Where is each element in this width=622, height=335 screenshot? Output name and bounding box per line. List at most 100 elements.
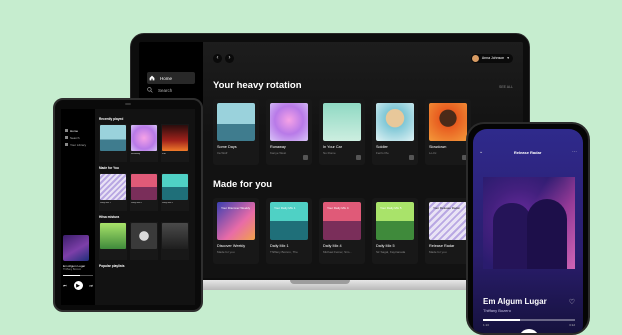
phone-device: ⌄ Release Radar ⋯ Em Algum Lugar ♡ Thiff…: [466, 122, 590, 335]
home-icon: [149, 75, 155, 81]
history-arrows: ‹ ›: [213, 53, 234, 63]
album-card[interactable]: Slowdown Lo-fic: [425, 99, 471, 165]
playlist-card[interactable]: Your Daily Mix 5 Daily Mix 5 Sir Sagal, …: [372, 198, 418, 264]
chevron-down-icon[interactable]: ⌄: [479, 149, 483, 155]
track-artist: Thiffany Bozero: [483, 308, 511, 313]
playlist-card[interactable]: Daily Mix 5: [161, 173, 189, 211]
forward-arrow-icon[interactable]: ›: [225, 53, 234, 63]
album-art: [100, 125, 126, 151]
play-button[interactable]: ▶: [519, 329, 539, 333]
progress-bar[interactable]: [63, 275, 93, 276]
card-title: Some Days: [217, 145, 237, 149]
sidebar-item-label: Search: [70, 135, 80, 140]
album-art: [162, 125, 188, 151]
time-row: 1:13 3:12: [483, 323, 575, 327]
card-subtitle: Thiffany Bozero, The: [270, 250, 298, 254]
art-label: Your Release Radar: [433, 206, 460, 210]
card-title: Daily Mix 4: [131, 202, 142, 204]
card-title: Daily Mix 1: [270, 244, 289, 248]
search-icon: [65, 136, 68, 139]
art-label: Your Daily Mix 4: [327, 206, 349, 210]
card-title: Release Radar: [429, 244, 455, 248]
playlist-art: [162, 174, 188, 200]
album-art: [323, 103, 361, 141]
sidebar-item-home[interactable]: Home: [65, 127, 92, 134]
playlist-art: Your Discover Weekly: [217, 202, 255, 240]
playlist-card[interactable]: Daily Mix 1: [99, 173, 127, 211]
card-title: Daily Mix 5: [162, 202, 173, 204]
download-badge-icon: [303, 155, 308, 160]
playback-controls: ⏮ ▶ ⏭: [63, 281, 93, 290]
card-title: Fire: [162, 153, 166, 155]
playlist-art: Your Daily Mix 5: [376, 202, 414, 240]
cover-art: [483, 177, 575, 269]
user-name: Anna Johnson: [481, 56, 505, 60]
album-card[interactable]: Runaway Kanye West: [266, 99, 312, 165]
card-title: In Your Car: [323, 145, 342, 149]
top-bar: ‹ › Anna Johnson ▾: [213, 50, 513, 66]
playlist-title: Release Radar: [513, 149, 542, 155]
time-elapsed: 1:13: [483, 323, 489, 327]
playlist-card[interactable]: Your Daily Mix 4 Daily Mix 4 Michael Fei…: [319, 198, 365, 264]
playlist-art: [100, 174, 126, 200]
album-card[interactable]: Some Days Ira Wolf: [213, 99, 259, 165]
playlist-card[interactable]: Your Daily Mix 1 Daily Mix 1 Thiffany Bo…: [266, 198, 312, 264]
card-subtitle: Michael Feiner, Sim...: [323, 250, 352, 254]
album-art: [131, 223, 157, 249]
see-all-link[interactable]: SEE ALL: [499, 85, 513, 89]
album-card[interactable]: Soldier Ferris Pie: [372, 99, 418, 165]
sidebar-item-search[interactable]: Search: [147, 84, 195, 96]
card-subtitle: Ira Wolf: [217, 151, 228, 155]
download-badge-icon: [409, 155, 414, 160]
album-card[interactable]: Runaway: [130, 124, 158, 162]
playback-controls: ⇄ ⏮ ▶ ⏭ ↻: [483, 329, 575, 333]
card-title: Slowdown: [429, 145, 447, 149]
tablet-sidebar: Home Search Your Library Em Algum Lugar …: [61, 109, 95, 305]
sidebar-item-home[interactable]: Home: [147, 72, 195, 84]
progress-bar[interactable]: [483, 319, 575, 321]
now-playing-artist: Thiffany Bozero: [63, 268, 82, 271]
phone-screen: ⌄ Release Radar ⋯ Em Algum Lugar ♡ Thiff…: [473, 129, 583, 333]
tablet-screen: Home Search Your Library Em Algum Lugar …: [61, 109, 195, 305]
back-arrow-icon[interactable]: ‹: [213, 53, 222, 63]
section-title: Made for you: [213, 179, 273, 190]
card-subtitle: Made for you: [217, 250, 235, 254]
album-card[interactable]: [130, 222, 158, 260]
album-art: [162, 223, 188, 249]
album-card[interactable]: Fire: [161, 124, 189, 162]
play-button[interactable]: ▶: [73, 281, 83, 290]
cover-silhouette: [493, 203, 531, 269]
tablet-device: Home Search Your Library Em Algum Lugar …: [53, 98, 203, 312]
album-card[interactable]: [99, 124, 127, 162]
more-options-icon[interactable]: ⋯: [572, 149, 577, 155]
album-art: [217, 103, 255, 141]
card-subtitle: Made for you: [429, 250, 447, 254]
playlist-card[interactable]: Daily Mix 4: [130, 173, 158, 211]
next-icon[interactable]: ⏭: [89, 283, 93, 288]
card-subtitle: Sir Sagal, Kaytranada: [376, 250, 406, 254]
playlist-art: [131, 174, 157, 200]
section-title: Made for You: [99, 166, 119, 170]
heart-icon[interactable]: ♡: [569, 298, 575, 306]
track-title: Em Algum Lugar: [483, 297, 547, 306]
playlist-card[interactable]: Your Discover Weekly Discover Weekly Mad…: [213, 198, 259, 264]
track-title-row: Em Algum Lugar ♡: [483, 297, 575, 306]
made-for-you-row: Daily Mix 1 Daily Mix 4 Daily Mix 5: [99, 173, 191, 211]
album-art: [100, 223, 126, 249]
card-title: Daily Mix 4: [323, 244, 342, 248]
album-art: [376, 103, 414, 141]
sidebar-item-library[interactable]: Your Library: [65, 141, 92, 148]
sidebar-item-search[interactable]: Search: [65, 134, 92, 141]
album-card[interactable]: [99, 222, 127, 260]
section-title: Your heavy rotation: [213, 80, 302, 91]
album-card[interactable]: In Your Car No Rome: [319, 99, 365, 165]
user-menu[interactable]: Anna Johnson ▾: [470, 53, 513, 63]
progress-fill: [63, 275, 80, 276]
cover-silhouette: [527, 199, 567, 269]
search-icon: [147, 87, 153, 93]
previous-icon[interactable]: ⏮: [63, 283, 67, 288]
card-title: Runaway: [270, 145, 286, 149]
playlist-card[interactable]: Your Release Radar Release Radar Made fo…: [425, 198, 471, 264]
heavy-rotation-header: Your heavy rotation SEE ALL: [213, 80, 513, 91]
album-card[interactable]: [161, 222, 189, 260]
